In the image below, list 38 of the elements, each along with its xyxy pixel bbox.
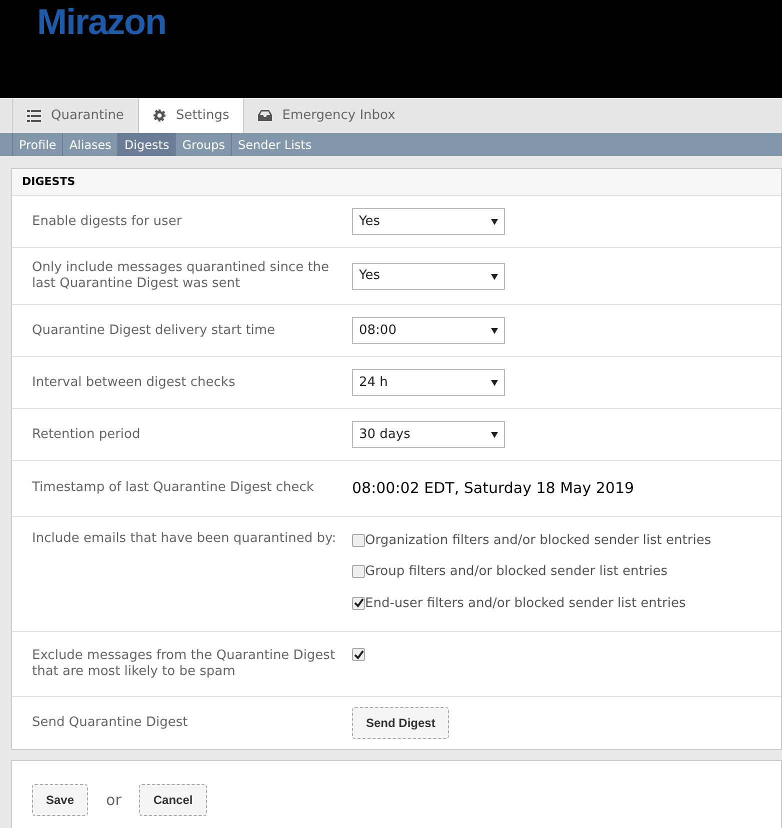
setting-label: Send Quarantine Digest — [32, 715, 189, 731]
inbox-icon — [258, 110, 272, 121]
or-text: or — [106, 790, 122, 811]
dropdown[interactable]: Yes — [352, 262, 505, 290]
caret-icon — [491, 272, 498, 280]
checkbox-label: Organization filters and/or blocked sender list entries — [365, 532, 712, 550]
checkbox[interactable] — [352, 596, 365, 610]
checkbox-label: Group filters and/or blocked sender list entries — [365, 563, 668, 581]
logo: Mirazon — [37, 1, 166, 42]
caret-icon — [491, 431, 498, 438]
setting-label: Timestamp of last Quarantine Digest check — [32, 480, 315, 496]
caret-icon — [491, 327, 498, 334]
panel-title: DIGESTS — [22, 174, 76, 190]
checkbox-label: End-user filters and/or blocked sender list entries — [365, 594, 686, 612]
caret-icon — [491, 218, 498, 225]
checkbox[interactable] — [352, 534, 365, 547]
dropdown[interactable]: 08:00 — [352, 317, 505, 344]
list-icon — [27, 110, 41, 122]
setting-label: Exclude messages from the Quarantine Digest that are most likely to be spam — [32, 648, 336, 680]
setting-label: Retention period — [32, 426, 142, 442]
setting-label: Only include messages quarantined since the last Quarantine Digest was sent — [32, 260, 330, 292]
timestamp-value: 08:00:02 EDT, Saturday 18 May 2019 — [352, 478, 634, 499]
subnav-tab[interactable]: Digests — [117, 133, 176, 156]
checkbox[interactable] — [352, 648, 365, 661]
tab[interactable]: Settings — [138, 98, 244, 133]
setting-label: Enable digests for user — [32, 214, 183, 230]
save-button[interactable]: Save — [32, 784, 88, 816]
settings-icon — [152, 109, 166, 122]
send-digest-button[interactable]: Send Digest — [352, 707, 450, 739]
caret-icon — [491, 379, 498, 386]
dropdown[interactable]: Yes — [352, 208, 505, 235]
dropdown[interactable]: 30 days — [352, 421, 505, 448]
setting-label: Include emails that have been quarantined by: — [32, 530, 338, 546]
setting-label: Quarantine Digest delivery start time — [32, 322, 276, 338]
setting-label: Interval between digest checks — [32, 374, 236, 390]
cancel-button[interactable]: Cancel — [139, 784, 207, 816]
checkbox[interactable] — [352, 565, 365, 578]
dropdown[interactable]: 24 h — [352, 369, 505, 396]
